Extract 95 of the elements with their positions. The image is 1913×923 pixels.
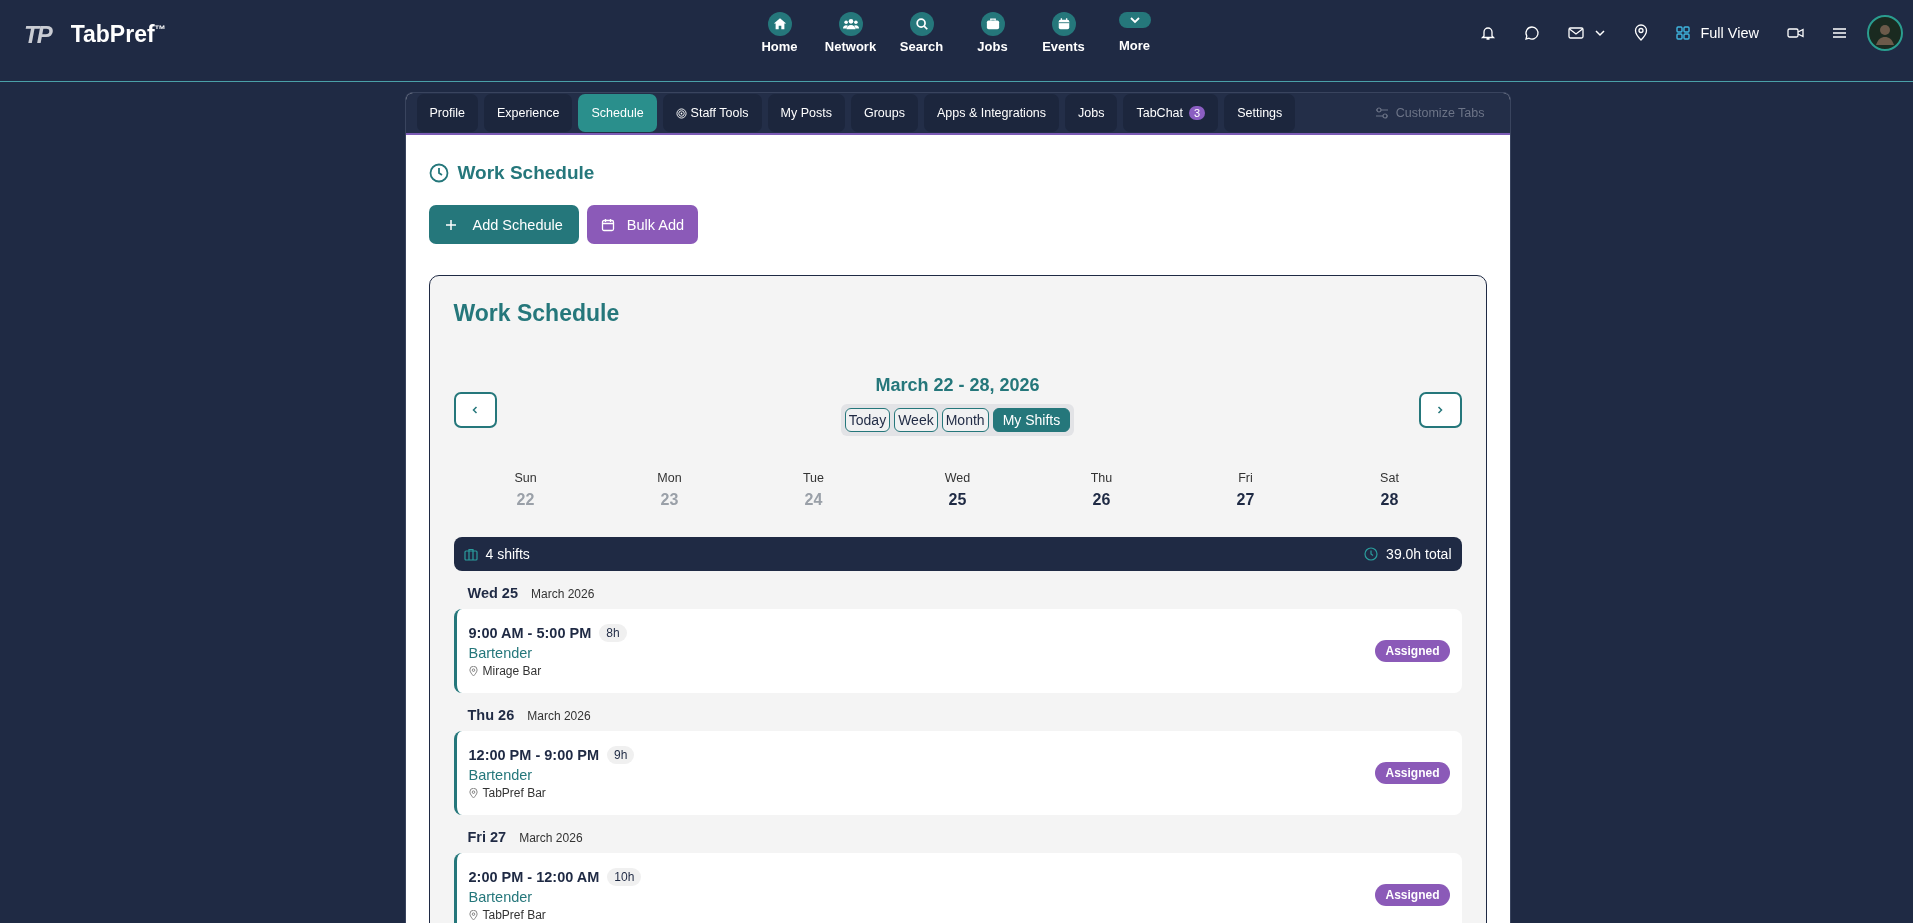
bulk-add-button[interactable]: Bulk Add [586, 205, 699, 244]
shift-count: 4 shifts [485, 546, 530, 562]
search-icon [914, 16, 929, 31]
status-badge: Assigned [1375, 884, 1450, 906]
weekday-label: Fri [1238, 471, 1253, 485]
shift-role: Bartender [468, 767, 534, 783]
shift-card[interactable]: 9:00 AM - 5:00 PM 8h Bartender Mirage Bar Assigned [453, 609, 1462, 693]
nav-item[interactable]: Search [886, 11, 957, 54]
day-number[interactable]: 28 [1380, 491, 1399, 509]
brand-name: TabPref$^{™}$ [70, 21, 166, 48]
weekday-label: Sat [1380, 471, 1399, 485]
mail-icon[interactable] [1568, 25, 1585, 40]
view-toggle[interactable]: Today [844, 408, 891, 432]
tab[interactable]: My Posts [767, 94, 845, 132]
date-range: March 22 - 28, 2026 [875, 375, 1040, 396]
day-heading: Thu 26 [467, 707, 515, 723]
weekday-label: Mon [657, 471, 682, 485]
day-heading: Wed 25 [467, 585, 518, 601]
location-pin-icon [468, 909, 478, 921]
count-badge: 3 [1189, 106, 1206, 120]
weekday-label: Thu [1090, 471, 1113, 485]
tab[interactable]: Apps & Integrations [923, 94, 1060, 132]
nav-item[interactable]: Home [744, 11, 815, 54]
home-icon [772, 16, 787, 31]
tab[interactable]: Experience [483, 94, 573, 132]
target-icon [675, 107, 687, 119]
location-pin-icon [468, 665, 478, 677]
tab[interactable]: Schedule [578, 94, 657, 132]
full-view-button[interactable]: Full View [1676, 24, 1759, 41]
sliders-icon [1374, 107, 1389, 119]
avatar[interactable] [1867, 14, 1903, 51]
clock-icon [428, 163, 449, 183]
page-title: Work Schedule [457, 162, 595, 184]
location-pin-icon[interactable] [1634, 24, 1649, 41]
weekday-label: Wed [944, 471, 971, 485]
nav-item[interactable]: More [1099, 11, 1170, 54]
calendar-icon [1056, 16, 1071, 31]
shift-location: Mirage Bar [482, 664, 542, 678]
view-toggle[interactable]: Month [941, 408, 989, 432]
calendar-icon [600, 217, 615, 232]
view-toggle[interactable]: Week [894, 408, 938, 432]
logo[interactable]: TP [24, 20, 51, 49]
chevron-down-icon[interactable] [1594, 28, 1607, 37]
status-badge: Assigned [1375, 640, 1450, 662]
video-camera-icon[interactable] [1787, 26, 1804, 39]
chevron-left-icon [470, 405, 480, 415]
tab[interactable]: Groups [850, 94, 918, 132]
location-pin-icon [468, 787, 478, 799]
nav-item[interactable]: Jobs [957, 11, 1028, 54]
nav-item[interactable]: Events [1028, 11, 1099, 54]
shift-time: 12:00 PM - 9:00 PM [468, 747, 600, 763]
tab[interactable]: TabChat 3 [1123, 94, 1219, 132]
status-badge: Assigned [1375, 762, 1450, 784]
chevron-right-icon [1435, 405, 1445, 415]
shift-time: 9:00 AM - 5:00 PM [468, 625, 592, 641]
hours-badge: 10h [607, 868, 642, 886]
hours-total: 39.0h total [1386, 546, 1452, 562]
clock-icon [1364, 547, 1379, 561]
shift-time: 2:00 PM - 12:00 AM [468, 869, 600, 885]
tab[interactable]: Profile [416, 94, 478, 132]
menu-icon[interactable] [1832, 26, 1847, 39]
briefcase-icon [985, 16, 1000, 31]
shift-card[interactable]: 12:00 PM - 9:00 PM 9h Bartender TabPref Bar Assigned [453, 731, 1462, 815]
shift-location: TabPref Bar [482, 908, 546, 922]
next-button[interactable] [1418, 392, 1462, 428]
previous-button[interactable] [453, 392, 497, 428]
nav-item[interactable]: Network [815, 11, 886, 54]
day-number[interactable]: 26 [1092, 491, 1111, 509]
hours-badge: 9h [607, 746, 635, 764]
people-icon [842, 16, 859, 31]
schedule-title: Work Schedule [453, 300, 621, 327]
plus-icon [444, 218, 457, 231]
weekday-label: Tue [802, 471, 825, 485]
day-number[interactable]: 27 [1236, 491, 1255, 509]
shift-card[interactable]: 2:00 PM - 12:00 AM 10h Bartender TabPref Bar Assigned [453, 853, 1462, 923]
day-number[interactable]: 25 [948, 491, 967, 509]
briefcase-icon [463, 547, 478, 561]
month-label: March 2026 [527, 709, 591, 723]
view-toggle[interactable]: My Shifts [992, 408, 1071, 432]
tab[interactable]: Staff Tools [662, 94, 762, 132]
chat-icon[interactable] [1524, 24, 1541, 41]
month-label: March 2026 [531, 587, 595, 601]
grid-icon [1676, 25, 1691, 40]
bell-icon[interactable] [1480, 24, 1497, 41]
shift-role: Bartender [468, 645, 534, 661]
hours-badge: 8h [599, 624, 627, 642]
shift-location: TabPref Bar [482, 786, 546, 800]
weekday-label: Sun [514, 471, 537, 485]
tab[interactable]: Settings [1224, 94, 1296, 132]
shift-role: Bartender [468, 889, 534, 905]
tab[interactable]: Jobs [1065, 94, 1118, 132]
day-heading: Fri 27 [467, 829, 507, 845]
add-schedule-button[interactable]: Add Schedule [428, 205, 579, 244]
month-label: March 2026 [519, 831, 583, 845]
chevron-down-icon [1128, 15, 1141, 24]
